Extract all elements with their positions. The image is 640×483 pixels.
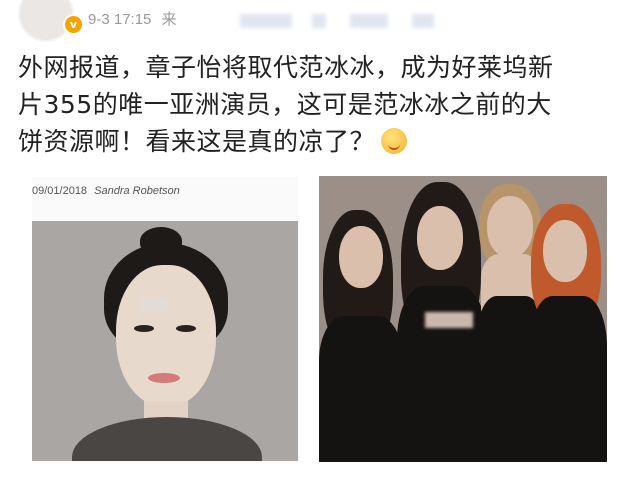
- eye-shape: [134, 325, 154, 332]
- mosaic-patch: [425, 312, 473, 328]
- blurred-source: [312, 14, 326, 28]
- hair-bun-shape: [140, 227, 182, 255]
- dress-shape: [529, 296, 607, 462]
- post-source[interactable]: 来: [162, 11, 177, 28]
- thinking-emoji-icon: [381, 128, 408, 154]
- post-image-left[interactable]: 09/01/2018 Sandra Robetson: [32, 177, 298, 463]
- post-text-line: 饼资源啊！看来这是真的凉了？: [18, 123, 618, 160]
- verified-badge-icon: v: [63, 14, 84, 35]
- eye-shape: [176, 325, 196, 332]
- face-shape: [417, 206, 463, 270]
- caption-author: Sandra Robetson: [94, 185, 180, 197]
- blurred-source: [240, 14, 292, 28]
- post-meta: 9-3 17:15 来: [88, 8, 183, 29]
- face-shape: [339, 226, 383, 288]
- post-text-line-3: 饼资源啊！看来这是真的凉了？: [18, 127, 376, 156]
- post-image-right[interactable]: [319, 176, 607, 462]
- fur-collar-shape: [72, 417, 262, 461]
- post-time: 9-3 17:15: [88, 11, 152, 28]
- image-caption: 09/01/2018 Sandra Robetson: [32, 185, 180, 197]
- post-text-line: 外网报道，章子怡将取代范冰冰，成为好莱坞新: [18, 53, 554, 82]
- blurred-source: [412, 14, 434, 28]
- face-shape: [543, 220, 587, 282]
- post-text: 外网报道，章子怡将取代范冰冰，成为好莱坞新 片355的唯一亚洲演员，这可是范冰冰…: [18, 49, 618, 160]
- face-shape: [487, 196, 533, 258]
- face-shape: [116, 265, 216, 407]
- portrait-photo: [32, 221, 298, 461]
- mosaic-patch: [140, 298, 170, 312]
- caption-date: 09/01/2018: [32, 185, 88, 197]
- lip-shape: [148, 373, 180, 383]
- blurred-source: [350, 14, 388, 28]
- dress-shape: [319, 316, 403, 462]
- post-text-line: 片355的唯一亚洲演员，这可是范冰冰之前的大: [18, 90, 552, 119]
